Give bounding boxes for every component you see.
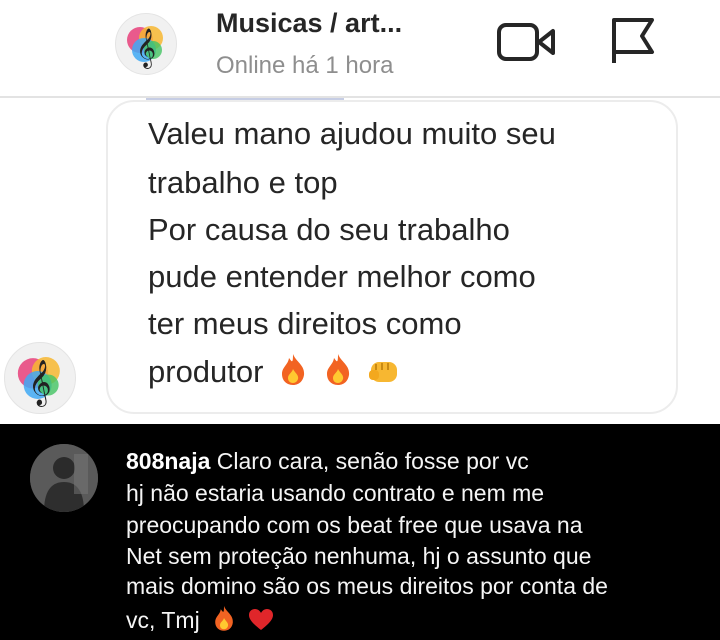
message-thread: Valeu mano ajudou muito seu trabalho e t… [0, 98, 720, 424]
online-status: Online há 1 hora [216, 52, 394, 79]
comment-panel: 808naja Claro cara, senão fosse por vc h… [0, 424, 720, 640]
comment-line: Net sem proteção nenhuma, hj o assunto q… [126, 543, 592, 569]
comment-line: preocupando com os beat free que usava n… [126, 512, 583, 538]
message-line: trabalho e top [148, 165, 338, 200]
user-avatar[interactable] [30, 444, 98, 512]
message-last-line: produtor [148, 352, 401, 394]
comment-last-line: vc, Tmj [126, 604, 274, 638]
message-line: Valeu mano ajudou muito seu [148, 116, 556, 151]
flag-icon[interactable] [608, 16, 656, 66]
comment-first-line: 808naja Claro cara, senão fosse por vc [126, 448, 529, 475]
conversation-title[interactable]: Musicas / art... [216, 8, 402, 39]
svg-text:𝄞: 𝄞 [28, 360, 51, 408]
treble-clef-icon[interactable]: 𝄞 [4, 342, 76, 414]
message-line: produtor [148, 354, 264, 389]
fire-emoji-icon [323, 352, 353, 394]
svg-text:𝄞: 𝄞 [136, 28, 156, 69]
message-line: pude entender melhor como [148, 259, 536, 294]
comment-line: mais domino são os meus direitos por con… [126, 573, 608, 599]
treble-clef-icon[interactable]: 𝄞 [115, 13, 177, 75]
message-line: Por causa do seu trabalho [148, 212, 510, 247]
fist-bump-emoji-icon [367, 356, 401, 394]
fire-emoji-icon [278, 352, 308, 394]
comment-line: vc, Tmj [126, 607, 200, 633]
video-camera-icon[interactable] [496, 20, 558, 64]
comment-username[interactable]: 808naja [126, 448, 210, 474]
chat-header: 𝄞 Musicas / art... Online há 1 hora [0, 0, 720, 98]
comment-line: Claro cara, senão fosse por vc [216, 448, 529, 474]
red-heart-emoji-icon [248, 608, 274, 638]
fire-emoji-icon [212, 604, 236, 638]
message-bubble[interactable]: Valeu mano ajudou muito seu trabalho e t… [106, 100, 678, 414]
comment-line: hj não estaria usando contrato e nem me [126, 480, 545, 506]
message-line: ter meus direitos como [148, 306, 462, 341]
